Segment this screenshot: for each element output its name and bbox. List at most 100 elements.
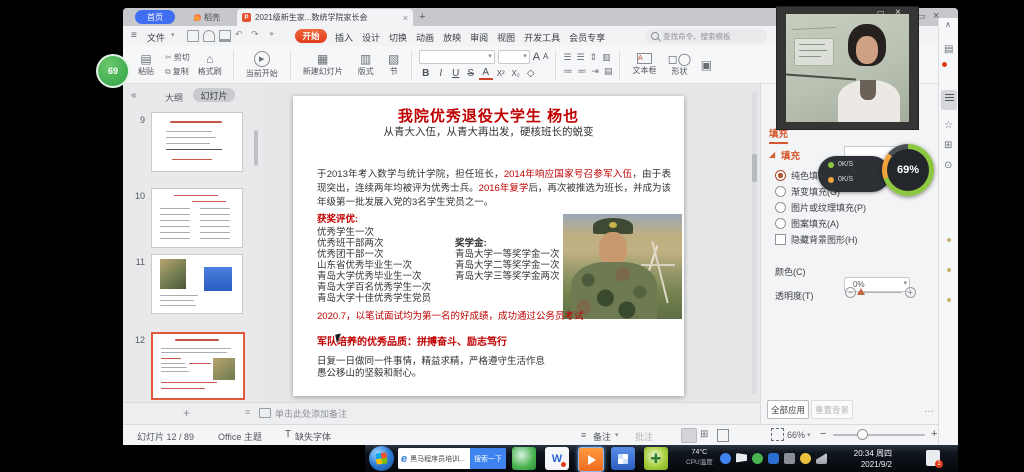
text-box-button[interactable]: A 文本框	[627, 53, 661, 76]
menu-member[interactable]: 会员专享	[569, 31, 605, 44]
start-button[interactable]	[369, 446, 394, 471]
video-close-icon[interactable]: ×	[895, 7, 901, 18]
bullets-icon[interactable]: ≔	[563, 66, 572, 77]
font-color-button[interactable]: A	[479, 67, 493, 80]
indent-icon[interactable]: ⇥	[591, 66, 599, 77]
slide-thumbnail-10[interactable]	[151, 188, 243, 248]
paste-button[interactable]: ▤ 粘贴	[131, 53, 161, 77]
slide-thumbnail-11[interactable]	[151, 254, 243, 314]
slide-sorter-view-icon[interactable]: ⊞	[700, 429, 708, 440]
sidebar-star-icon[interactable]: ☆	[944, 120, 953, 131]
sidebar-object-properties-active[interactable]	[941, 90, 957, 110]
tab-slides-active[interactable]: 幻灯片	[193, 88, 235, 102]
slide-thumbnail-9[interactable]	[151, 112, 243, 172]
underline-button[interactable]: U	[449, 68, 463, 79]
sidebar-doc-icon[interactable]: ▤	[944, 44, 953, 55]
tab-document[interactable]: P 2021级新生家...数统学院家长会 ×	[237, 9, 413, 26]
menu-home-active[interactable]: 开始	[295, 29, 327, 43]
font-size-combobox[interactable]: ▾	[498, 50, 530, 64]
sidebar-dim-icon[interactable]	[947, 238, 951, 242]
notes-placeholder[interactable]: 单击此处添加备注	[275, 407, 347, 420]
command-search-box[interactable]: 查找命令、搜索模板	[645, 29, 767, 43]
sidebar-dim-icon[interactable]	[947, 298, 951, 302]
option-hide-background[interactable]: 隐藏背景图形(H)	[775, 233, 858, 246]
normal-view-button-active[interactable]	[681, 428, 697, 443]
menu-view[interactable]: 视图	[497, 31, 515, 44]
format-painter-button[interactable]: ⌂ 格式刷	[194, 53, 226, 77]
output-icon[interactable]	[203, 30, 215, 42]
align-center-icon[interactable]: ☰	[576, 52, 584, 63]
missing-font-warning[interactable]: 缺失字体	[295, 430, 331, 443]
highlight-button[interactable]: ◇	[524, 68, 538, 79]
tab-outline[interactable]: 大纲	[165, 91, 183, 104]
save-icon[interactable]	[187, 30, 199, 42]
format-tools-icon[interactable]: ⌖	[269, 29, 274, 40]
add-slide-button[interactable]: +	[183, 406, 190, 420]
line-spacing-icon[interactable]: ⇕	[590, 52, 598, 63]
sidebar-history-icon[interactable]: ⊙	[944, 160, 952, 171]
sidebar-frames-icon[interactable]: ⊞	[944, 140, 952, 151]
tray-icon-bluetooth[interactable]	[768, 453, 779, 464]
sidebar-collapse-icon[interactable]: ∧	[945, 20, 951, 29]
canvas-scrollbar[interactable]	[752, 92, 757, 394]
menu-design[interactable]: 设计	[362, 31, 380, 44]
subscript-button[interactable]: X₂	[509, 69, 523, 78]
taskbar-search-box[interactable]: e 黑马程序员培训... 搜索一下	[398, 448, 506, 469]
taskbar-app-security-icon[interactable]: ✚	[644, 447, 668, 470]
layout-button[interactable]: ▥ 版式	[352, 53, 380, 77]
theme-name[interactable]: Office 主题	[218, 430, 262, 443]
picture-button[interactable]: ▣	[697, 59, 715, 71]
option-picture-fill[interactable]: 图片或纹理填充(P)	[775, 201, 866, 214]
panel-resize-handle[interactable]: ≡	[245, 407, 250, 417]
taskbar-app-wpp-active-icon[interactable]	[578, 447, 604, 472]
reset-background-button-disabled[interactable]: 重置背景	[811, 400, 853, 419]
menu-file[interactable]: 文件	[147, 31, 165, 44]
tray-icon-green[interactable]	[752, 453, 763, 464]
zoom-level[interactable]: 66%	[787, 430, 805, 440]
menu-animation[interactable]: 动画	[416, 31, 434, 44]
tab-home[interactable]: 首页	[135, 10, 175, 24]
undo-icon[interactable]: ↶	[235, 29, 243, 40]
menu-slideshow[interactable]: 放映	[443, 31, 461, 44]
memory-gauge-ball[interactable]: 69%	[882, 144, 934, 196]
taskbar-app-video-icon[interactable]	[611, 447, 635, 470]
bold-button[interactable]: B	[419, 68, 433, 79]
thumbnails-scrollbar[interactable]	[254, 130, 258, 166]
zoom-out-button[interactable]: −	[820, 428, 826, 440]
hamburger-icon[interactable]: ≡	[131, 30, 137, 41]
section-collapse-icon[interactable]: ◢	[769, 150, 775, 159]
italic-button[interactable]: I	[434, 68, 448, 79]
numbering-icon[interactable]: ≕	[577, 66, 586, 77]
new-slide-button[interactable]: ▦ 新建幻灯片	[298, 53, 348, 77]
transparency-slider-knob[interactable]	[857, 288, 865, 295]
section-button[interactable]: ▧ 节	[384, 53, 404, 77]
font-name-combobox[interactable]: ▾	[419, 50, 495, 64]
print-icon[interactable]	[219, 30, 231, 42]
option-pattern-fill[interactable]: 图案填充(A)	[775, 217, 839, 230]
play-from-current-button[interactable]: ▶ 当前开始	[241, 51, 283, 79]
taskbar-clock[interactable]: 20:34 周四 2021/9/2	[838, 448, 892, 470]
menu-review[interactable]: 审阅	[470, 31, 488, 44]
cpu-temp-widget[interactable]: 74°C CPU温度	[686, 448, 713, 468]
taskbar-app-browser-icon[interactable]	[512, 447, 536, 470]
redo-icon[interactable]: ↷	[251, 29, 259, 40]
transparency-plus-button[interactable]: +	[905, 287, 916, 298]
align-left-icon[interactable]: ☰	[563, 52, 571, 63]
video-maximize-icon[interactable]: ▭	[877, 8, 885, 17]
canvas-scrollbar-thumb[interactable]	[752, 154, 757, 182]
reading-view-icon[interactable]	[717, 429, 729, 442]
panel-more-button[interactable]: …	[924, 404, 934, 415]
columns-icon[interactable]: ▥	[602, 52, 611, 63]
webcam-video-overlay[interactable]: ▭ ×	[776, 6, 919, 130]
new-tab-button[interactable]: +	[419, 11, 425, 23]
strikethrough-button[interactable]: S	[464, 68, 478, 79]
speed-monitor-pill[interactable]: 0K/S 0K/S	[818, 156, 890, 192]
collapse-panel-icon[interactable]: «	[131, 90, 137, 101]
zoom-slider-track[interactable]	[833, 434, 925, 436]
superscript-button[interactable]: X²	[494, 69, 508, 78]
text-direction-icon[interactable]: ▤	[604, 66, 613, 77]
copy-button[interactable]: ⧉复制	[165, 66, 190, 77]
apply-all-button[interactable]: 全部应用	[767, 400, 809, 419]
taskbar-app-wps-icon[interactable]: W	[545, 447, 569, 470]
menu-insert[interactable]: 插入	[335, 31, 353, 44]
